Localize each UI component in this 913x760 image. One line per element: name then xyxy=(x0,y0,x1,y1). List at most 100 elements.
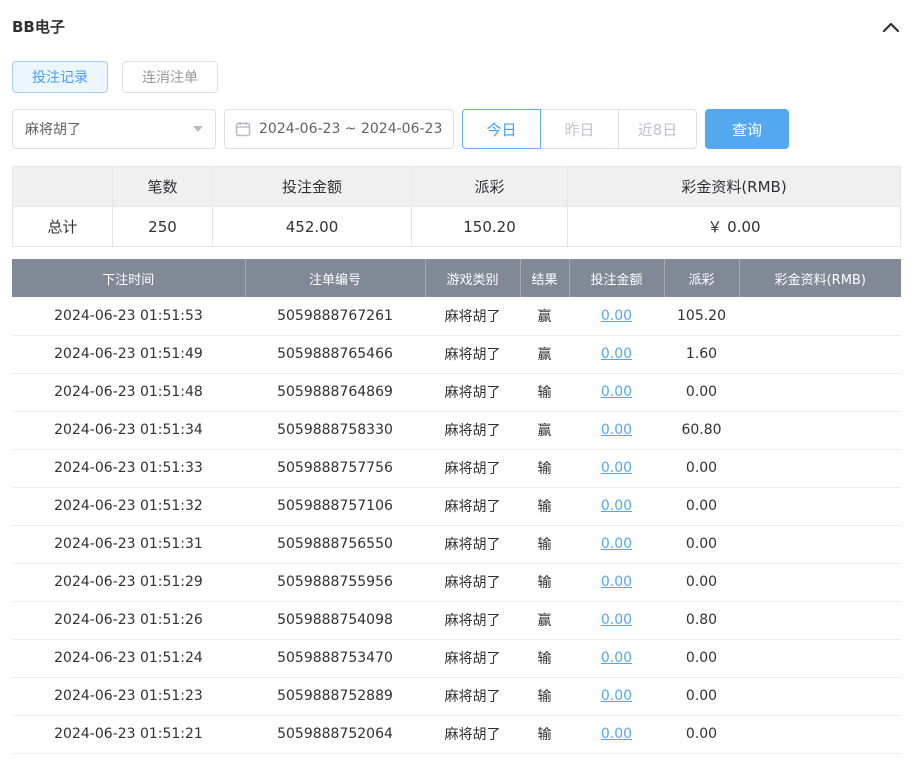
summary-total-label: 总计 xyxy=(12,206,113,247)
cell-order_id: 5059888758330 xyxy=(245,411,425,450)
cell-bonus xyxy=(739,449,901,488)
cell-bonus xyxy=(739,677,901,716)
cell-game: 麻将胡了 xyxy=(425,601,520,640)
bet-amount-link[interactable]: 0.00 xyxy=(601,498,632,514)
cell-payout: 0.80 xyxy=(664,601,739,640)
bet-amount-link[interactable]: 0.00 xyxy=(601,688,632,704)
cell-result: 赢 xyxy=(520,297,569,336)
summary-header-row: 笔数 投注金额 派彩 彩金资料(RMB) xyxy=(12,166,901,207)
quick-button-yesterday[interactable]: 昨日 xyxy=(540,109,619,149)
table-row: 2024-06-23 01:51:49 5059888765466 麻将胡了赢 0.0… xyxy=(12,335,901,374)
bet-amount-link[interactable]: 0.00 xyxy=(601,612,632,628)
cell-payout: 1.60 xyxy=(664,335,739,374)
cell-time: 2024-06-23 01:51:33 xyxy=(12,449,245,488)
bet-amount-link[interactable]: 0.00 xyxy=(601,384,632,400)
column-header-payout: 派彩 xyxy=(664,259,740,297)
cell-payout: 105.20 xyxy=(664,297,739,336)
cell-game: 麻将胡了 xyxy=(425,525,520,564)
cell-game: 麻将胡了 xyxy=(425,335,520,374)
column-header-order_id: 注单编号 xyxy=(245,259,426,297)
date-range-picker[interactable]: 2024-06-23 ~ 2024-06-23 xyxy=(224,109,454,149)
bet-amount-link[interactable]: 0.00 xyxy=(601,308,632,324)
cell-order_id: 5059888754098 xyxy=(245,601,425,640)
cell-bonus xyxy=(739,525,901,564)
bet-amount-link[interactable]: 0.00 xyxy=(601,650,632,666)
bet-amount-link[interactable]: 0.00 xyxy=(601,574,632,590)
table-row: 2024-06-23 01:51:33 5059888757756 麻将胡了输 0.0… xyxy=(12,449,901,488)
column-header-time: 下注时间 xyxy=(12,259,246,297)
quick-button-today[interactable]: 今日 xyxy=(462,109,541,149)
cell-order_id: 5059888752889 xyxy=(245,677,425,716)
cell-bet_amount: 0.00 xyxy=(569,373,664,412)
cell-time: 2024-06-23 01:51:32 xyxy=(12,487,245,526)
column-header-game: 游戏类别 xyxy=(425,259,521,297)
panel-title: BB电子 xyxy=(12,18,65,36)
cell-bonus xyxy=(739,411,901,450)
cell-bonus xyxy=(739,297,901,336)
cell-time: 2024-06-23 01:51:49 xyxy=(12,335,245,374)
cell-order_id: 5059888756550 xyxy=(245,525,425,564)
tab-bet-records[interactable]: 投注记录 xyxy=(12,61,108,93)
bet-table-body: 2024-06-23 01:51:53 5059888767261 麻将胡了赢 0.0… xyxy=(12,297,901,754)
summary-header-payout: 派彩 xyxy=(411,166,568,207)
cell-order_id: 5059888757106 xyxy=(245,487,425,526)
bet-amount-link[interactable]: 0.00 xyxy=(601,726,632,742)
cell-payout: 0.00 xyxy=(664,677,739,716)
calendar-icon xyxy=(235,122,251,137)
cell-result: 输 xyxy=(520,525,569,564)
bet-amount-link[interactable]: 0.00 xyxy=(601,536,632,552)
cell-bet_amount: 0.00 xyxy=(569,335,664,374)
panel-header: BB电子 xyxy=(0,0,913,37)
column-header-bonus: 彩金资料(RMB) xyxy=(739,259,901,297)
cell-payout: 0.00 xyxy=(664,563,739,602)
tab-cascade-orders[interactable]: 连消注单 xyxy=(122,61,218,93)
bet-amount-link[interactable]: 0.00 xyxy=(601,422,632,438)
bet-table: 下注时间 注单编号 游戏类别 结果 投注金额 派彩 彩金资料(RMB) 2024-06-23… xyxy=(12,259,901,754)
cell-result: 输 xyxy=(520,373,569,412)
cell-bet_amount: 0.00 xyxy=(569,639,664,678)
cell-game: 麻将胡了 xyxy=(425,373,520,412)
bet-amount-link[interactable]: 0.00 xyxy=(601,460,632,476)
cell-bonus xyxy=(739,335,901,374)
cell-result: 输 xyxy=(520,677,569,716)
search-button[interactable]: 查询 xyxy=(705,109,789,149)
quick-button-last-8-days[interactable]: 近8日 xyxy=(618,109,697,149)
cell-payout: 0.00 xyxy=(664,449,739,488)
cell-bet_amount: 0.00 xyxy=(569,487,664,526)
table-row: 2024-06-23 01:51:29 5059888755956 麻将胡了输 0.0… xyxy=(12,563,901,602)
cell-bet_amount: 0.00 xyxy=(569,563,664,602)
bb-egame-panel: BB电子 投注记录 连消注单 麻将胡了 2024-06-23 ~ 2024-06… xyxy=(0,0,913,754)
bet-table-header-row: 下注时间 注单编号 游戏类别 结果 投注金额 派彩 彩金资料(RMB) xyxy=(12,259,901,297)
cell-result: 赢 xyxy=(520,335,569,374)
cell-bet_amount: 0.00 xyxy=(569,411,664,450)
cell-result: 输 xyxy=(520,449,569,488)
game-select[interactable]: 麻将胡了 xyxy=(12,109,216,149)
summary-total-count: 250 xyxy=(112,206,213,247)
summary-total-payout: 150.20 xyxy=(411,206,568,247)
cell-time: 2024-06-23 01:51:34 xyxy=(12,411,245,450)
cell-bet_amount: 0.00 xyxy=(569,601,664,640)
date-range-value: 2024-06-23 ~ 2024-06-23 xyxy=(259,121,443,137)
cell-payout: 0.00 xyxy=(664,525,739,564)
cell-time: 2024-06-23 01:51:21 xyxy=(12,715,245,754)
cell-game: 麻将胡了 xyxy=(425,639,520,678)
cell-order_id: 5059888753470 xyxy=(245,639,425,678)
tabs: 投注记录 连消注单 xyxy=(12,61,901,93)
quick-date-group: 今日 昨日 近8日 xyxy=(462,109,697,149)
summary-table: 笔数 投注金额 派彩 彩金资料(RMB) 总计 250 452.00 150.2… xyxy=(12,166,901,247)
cell-order_id: 5059888767261 xyxy=(245,297,425,336)
cell-game: 麻将胡了 xyxy=(425,449,520,488)
cell-result: 输 xyxy=(520,563,569,602)
cell-result: 输 xyxy=(520,715,569,754)
cell-game: 麻将胡了 xyxy=(425,411,520,450)
cell-order_id: 5059888755956 xyxy=(245,563,425,602)
bet-amount-link[interactable]: 0.00 xyxy=(601,346,632,362)
cell-payout: 0.00 xyxy=(664,715,739,754)
summary-total-row: 总计 250 452.00 150.20 ￥ 0.00 xyxy=(12,206,901,247)
table-row: 2024-06-23 01:51:53 5059888767261 麻将胡了赢 0.0… xyxy=(12,297,901,336)
cell-bet_amount: 0.00 xyxy=(569,297,664,336)
cell-bet_amount: 0.00 xyxy=(569,677,664,716)
cell-bet_amount: 0.00 xyxy=(569,449,664,488)
collapse-button[interactable] xyxy=(883,22,899,32)
cell-order_id: 5059888757756 xyxy=(245,449,425,488)
